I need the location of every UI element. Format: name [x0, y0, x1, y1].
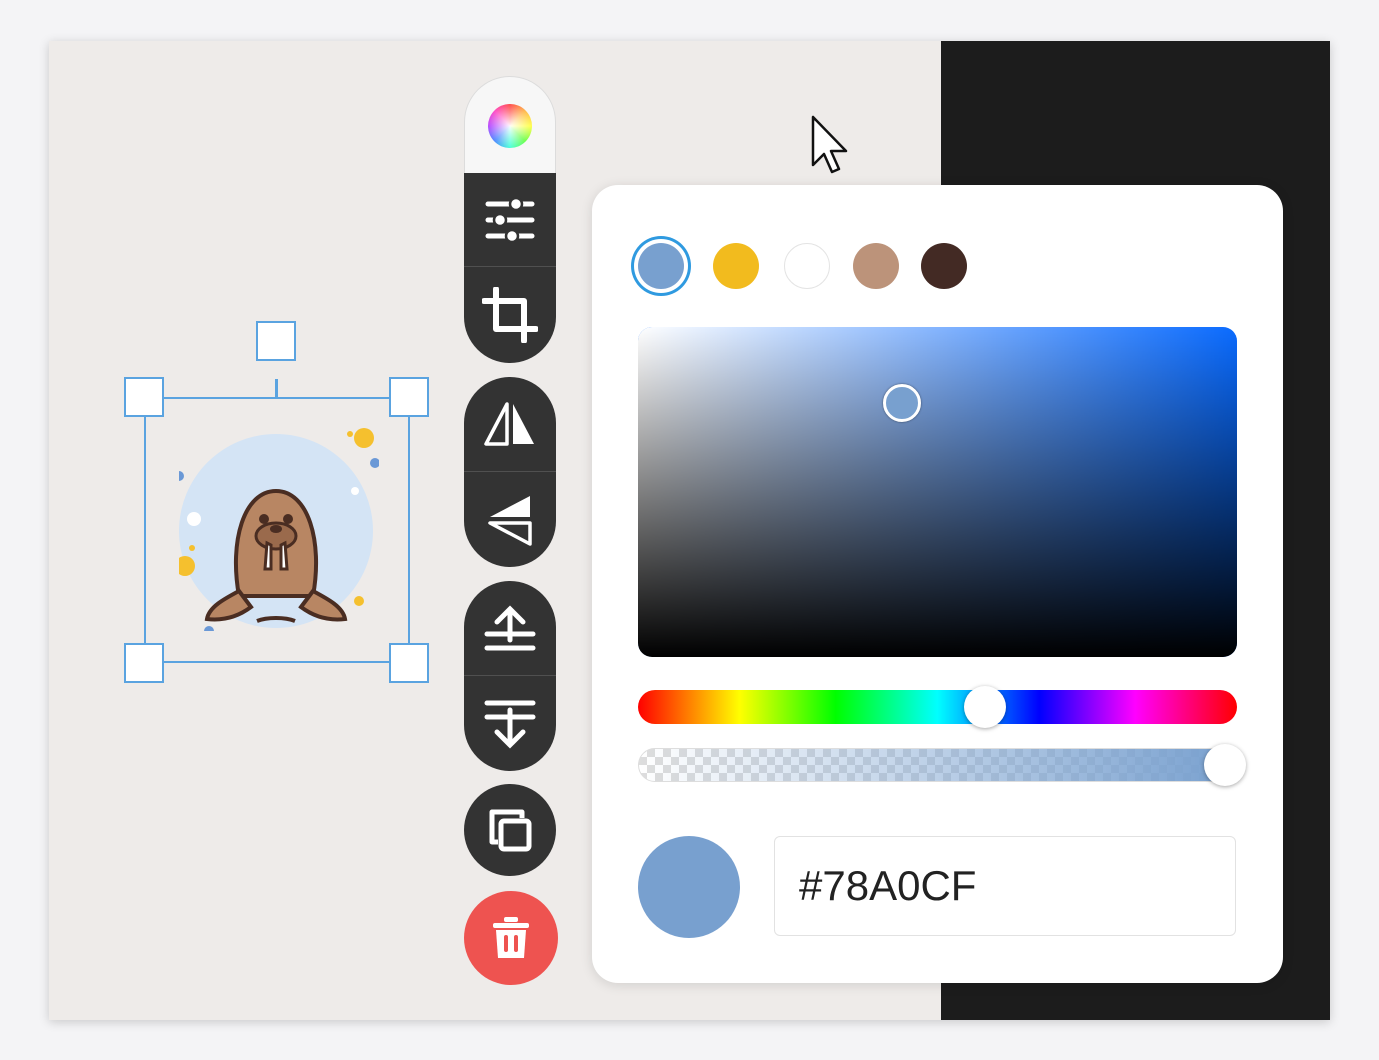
color-swatch[interactable] — [853, 243, 899, 289]
send-backward-button[interactable] — [464, 675, 556, 771]
opacity-slider[interactable] — [638, 748, 1237, 782]
color-swatch[interactable] — [638, 243, 684, 289]
mouse-pointer-icon — [811, 115, 848, 174]
flip-horizontal-button[interactable] — [464, 377, 556, 471]
resize-handle-bottom-right[interactable] — [389, 643, 429, 683]
delete-button[interactable] — [464, 891, 558, 985]
flip-horizontal-icon — [484, 402, 534, 446]
bring-forward-icon — [484, 605, 536, 651]
flip-vertical-button[interactable] — [464, 471, 556, 567]
duplicate-button[interactable] — [464, 784, 556, 876]
adjustments-button[interactable] — [464, 173, 556, 266]
resize-handle-top-left[interactable] — [124, 377, 164, 417]
crop-icon — [482, 287, 538, 343]
adjustments-icon — [485, 196, 535, 243]
resize-handle-bottom-left[interactable] — [124, 643, 164, 683]
hex-color-input[interactable] — [774, 836, 1236, 936]
color-preview — [638, 836, 740, 938]
flip-vertical-icon — [488, 495, 532, 546]
color-picker-panel — [592, 185, 1283, 983]
hue-slider-thumb[interactable] — [964, 686, 1007, 728]
saturation-value-area[interactable] — [638, 327, 1237, 657]
color-swatch[interactable] — [784, 243, 830, 289]
send-backward-icon — [484, 700, 536, 749]
opacity-slider-thumb[interactable] — [1204, 744, 1247, 786]
bring-forward-button[interactable] — [464, 581, 556, 675]
hue-slider[interactable] — [638, 686, 1237, 728]
duplicate-icon — [489, 809, 532, 852]
trash-icon — [493, 917, 529, 958]
color-swatch[interactable] — [921, 243, 967, 289]
color-swatch[interactable] — [713, 243, 759, 289]
color-button[interactable] — [464, 76, 556, 174]
crop-button[interactable] — [464, 266, 556, 363]
selection-box[interactable] — [144, 397, 410, 663]
color-wheel-icon — [488, 103, 532, 148]
rotation-handle-stem — [275, 379, 278, 399]
toolbar-group-adjust — [464, 173, 556, 363]
toolbar-group-flip — [464, 377, 556, 567]
resize-handle-top-right[interactable] — [389, 377, 429, 417]
rotate-handle[interactable] — [256, 321, 296, 361]
editor-canvas[interactable] — [49, 41, 1330, 1020]
saturation-value-cursor[interactable] — [882, 383, 921, 422]
toolbar-group-layer — [464, 581, 556, 771]
